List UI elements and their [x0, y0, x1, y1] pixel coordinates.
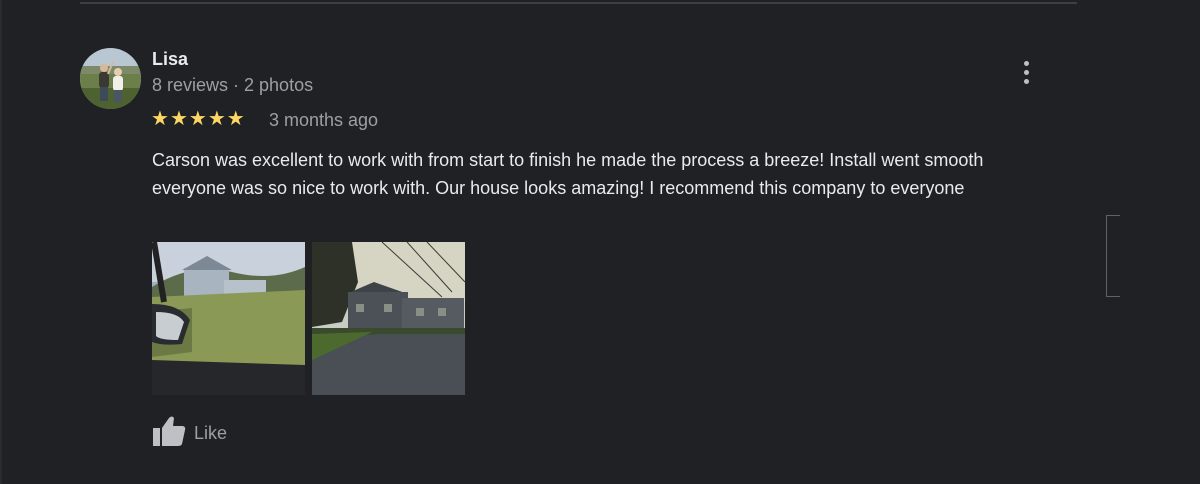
author-meta: 8 reviews · 2 photos — [152, 75, 314, 95]
review-time: 3 months ago — [269, 110, 379, 130]
panel-edge — [0, 0, 2, 484]
more-vert-icon-dot — [1023, 69, 1029, 75]
review-photo[interactable] — [312, 242, 465, 395]
more-options-button[interactable] — [1014, 58, 1038, 86]
avatar[interactable] — [80, 48, 141, 109]
review-text: Carson was excellent to work with from s… — [152, 150, 984, 198]
review-panel: Lisa 8 reviews · 2 photos ★ ★ ★ ★ ★ 3 mo… — [0, 0, 1200, 484]
author-name[interactable]: Lisa — [152, 49, 188, 70]
thumbs-up-icon — [152, 415, 186, 452]
star-icon: ★ — [151, 108, 169, 130]
star-rating: ★ ★ ★ ★ ★ — [151, 107, 245, 131]
like-label: Like — [194, 422, 228, 443]
star-icon: ★ — [207, 108, 226, 130]
more-vert-icon-dot — [1023, 78, 1029, 84]
like-button[interactable]: Like — [152, 415, 228, 452]
top-divider — [80, 2, 1077, 4]
star-icon: ★ — [226, 108, 245, 130]
star-icon: ★ — [188, 108, 207, 130]
more-vert-icon — [1023, 60, 1029, 66]
review-photo[interactable] — [152, 242, 305, 395]
scroll-indicator[interactable] — [1106, 215, 1120, 297]
star-icon: ★ — [169, 108, 188, 130]
